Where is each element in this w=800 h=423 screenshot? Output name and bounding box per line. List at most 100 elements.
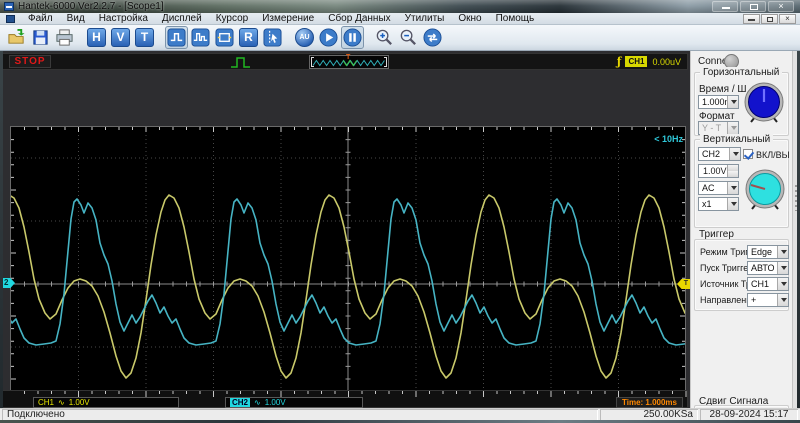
chevron-down-icon bbox=[777, 278, 788, 290]
ch1-scale-box[interactable]: CH1 ∿ 1.00V bbox=[33, 397, 179, 408]
close-icon: × bbox=[778, 1, 783, 11]
chevron-down-icon bbox=[727, 198, 738, 210]
toolbar-print-button[interactable] bbox=[54, 27, 75, 48]
zoom-in-icon bbox=[375, 28, 394, 47]
chevron-down-icon bbox=[727, 182, 738, 194]
scope-display[interactable]: < 10Hz bbox=[10, 126, 686, 423]
toolbar-start-button[interactable] bbox=[318, 27, 339, 48]
menu-утилиты[interactable]: Утилиты bbox=[398, 13, 452, 25]
chevron-down-icon bbox=[727, 122, 738, 134]
trigger-mode-select[interactable]: Edge bbox=[747, 245, 789, 259]
toolbar-pause-button[interactable] bbox=[342, 27, 363, 48]
menu-вид[interactable]: Вид bbox=[60, 13, 92, 25]
menu-окно[interactable]: Окно bbox=[451, 13, 488, 25]
trigger-slope-select[interactable]: + bbox=[747, 293, 789, 307]
ch2-label: CH2 bbox=[230, 398, 250, 407]
toolbar-refresh-button[interactable] bbox=[422, 27, 443, 48]
toolbar-zoom-in-button[interactable] bbox=[374, 27, 395, 48]
trigger-setup-icon: T bbox=[135, 28, 154, 47]
child-restore-icon bbox=[767, 17, 773, 22]
child-minimize-button[interactable] bbox=[743, 14, 760, 24]
cursor-icon bbox=[263, 28, 282, 47]
minimize-button[interactable] bbox=[712, 1, 738, 12]
toolbar-cursor-measure-button[interactable] bbox=[262, 27, 283, 48]
trigger-channel-badge: CH1 bbox=[625, 56, 647, 67]
status-bar: Подключено 250.00KSa 28-09-2024 15:17 bbox=[0, 408, 800, 420]
window-left-edge bbox=[0, 51, 3, 423]
title-bar: Hantek-6000 Ver2.2.7 - [Scope1] × bbox=[0, 0, 800, 13]
menu-bar: ФайлВидНастройкаДисплейКурсорИзмерениеСб… bbox=[0, 13, 800, 25]
workspace: STOP T ƒ CH1 0.00uV < 10Hz 2 T CH1 ∿ 1.0… bbox=[0, 51, 800, 408]
refresh-icon bbox=[423, 28, 442, 47]
pulse2-icon bbox=[191, 28, 210, 47]
menu-измерение[interactable]: Измерение bbox=[255, 13, 321, 25]
trigger-pulse-icon bbox=[229, 55, 253, 75]
toolbar-open-button[interactable] bbox=[6, 27, 27, 48]
close-button[interactable]: × bbox=[768, 1, 794, 12]
child-close-button[interactable]: × bbox=[779, 14, 796, 24]
menu-помощь[interactable]: Помощь bbox=[489, 13, 542, 25]
menu-сбор-данных[interactable]: Сбор Данных bbox=[321, 13, 397, 25]
window-title: Hantek-6000 Ver2.2.7 - [Scope1] bbox=[18, 1, 164, 12]
format-select[interactable]: Y - T bbox=[698, 121, 739, 135]
toolbar-trigger-setup-button[interactable]: T bbox=[134, 27, 155, 48]
toolbar-pulse-train-button[interactable] bbox=[190, 27, 211, 48]
control-panel: Connect: Горизонтальный Время / Ш 1.000m… bbox=[690, 51, 800, 408]
save-icon bbox=[31, 28, 50, 47]
timebase-readout: Time: 1.000ms bbox=[616, 397, 683, 408]
ch2-coupling-icon: ∿ bbox=[254, 398, 261, 407]
autoset-icon: AU bbox=[295, 28, 314, 47]
toolbar: HVT R AU bbox=[0, 25, 800, 51]
acquisition-status: STOP bbox=[9, 55, 51, 68]
toolbar-single-pulse-button[interactable] bbox=[166, 27, 187, 48]
print-icon bbox=[55, 28, 74, 47]
timebase-select[interactable]: 1.000ms bbox=[698, 95, 739, 109]
horizontal-setup-icon: H bbox=[87, 28, 106, 47]
menu-файл[interactable]: Файл bbox=[21, 13, 60, 25]
volt-scale-spinner[interactable]: 1.00V bbox=[698, 164, 739, 178]
trigger-source-select[interactable]: CH1 bbox=[747, 277, 789, 291]
channel-enable-checkbox[interactable] bbox=[743, 149, 753, 159]
chevron-down-icon bbox=[777, 262, 788, 274]
waveform-preview[interactable]: T bbox=[309, 55, 389, 69]
channel-enable-label: ВКЛ/ВЫ bbox=[756, 150, 790, 160]
toolbar-record-button[interactable]: R bbox=[238, 27, 259, 48]
ch1-scale: 1.00V bbox=[69, 398, 90, 407]
preview-trigger-marker[interactable]: T bbox=[346, 54, 350, 61]
status-strip-bottom: CH1 ∿ 1.00V CH2 ∿ 1.00V Time: 1.000ms bbox=[2, 390, 688, 408]
maximize-button[interactable] bbox=[740, 1, 766, 12]
toolbar-horizontal-setup-button[interactable]: H bbox=[86, 27, 107, 48]
timebase-knob[interactable] bbox=[742, 81, 786, 125]
app-icon bbox=[4, 2, 14, 11]
chevron-down-icon bbox=[777, 246, 788, 258]
child-restore-button[interactable] bbox=[761, 14, 778, 24]
spin-down-icon[interactable] bbox=[728, 171, 738, 177]
coupling-select[interactable]: AC bbox=[698, 181, 739, 195]
pause-icon bbox=[343, 28, 362, 47]
menu-курсор[interactable]: Курсор bbox=[209, 13, 256, 25]
trigger-level-readout: 0.00uV bbox=[652, 57, 681, 67]
ch1-coupling-icon: ∿ bbox=[58, 398, 65, 407]
toolbar-autoset-button[interactable]: AU bbox=[294, 27, 315, 48]
play-icon bbox=[319, 28, 338, 47]
child-close-icon: × bbox=[785, 14, 790, 23]
xy-icon bbox=[215, 28, 234, 47]
status-strip-top: STOP T ƒ CH1 0.00uV bbox=[2, 53, 688, 70]
volt-scale-knob[interactable] bbox=[743, 168, 787, 212]
toolbar-save-button[interactable] bbox=[30, 27, 51, 48]
pulse-icon bbox=[167, 28, 186, 47]
horizontal-group-title: Горизонтальный bbox=[700, 67, 782, 78]
probe-select[interactable]: x1 bbox=[698, 197, 739, 211]
toolbar-zoom-out-button[interactable] bbox=[398, 27, 419, 48]
minimize-icon bbox=[722, 7, 730, 9]
ch2-scale-box[interactable]: CH2 ∿ 1.00V bbox=[225, 397, 363, 408]
menu-настройка[interactable]: Настройка bbox=[92, 13, 155, 25]
menu-дисплей[interactable]: Дисплей bbox=[155, 13, 209, 25]
timebase-label: Время / Ш bbox=[699, 84, 747, 95]
trigger-sweep-select[interactable]: АВТО bbox=[747, 261, 789, 275]
record-icon: R bbox=[239, 28, 258, 47]
channel-select[interactable]: CH2 bbox=[698, 147, 741, 161]
toolbar-vertical-setup-button[interactable]: V bbox=[110, 27, 131, 48]
toolbar-xy-mode-button[interactable] bbox=[214, 27, 235, 48]
mdi-child-icon bbox=[6, 15, 15, 23]
